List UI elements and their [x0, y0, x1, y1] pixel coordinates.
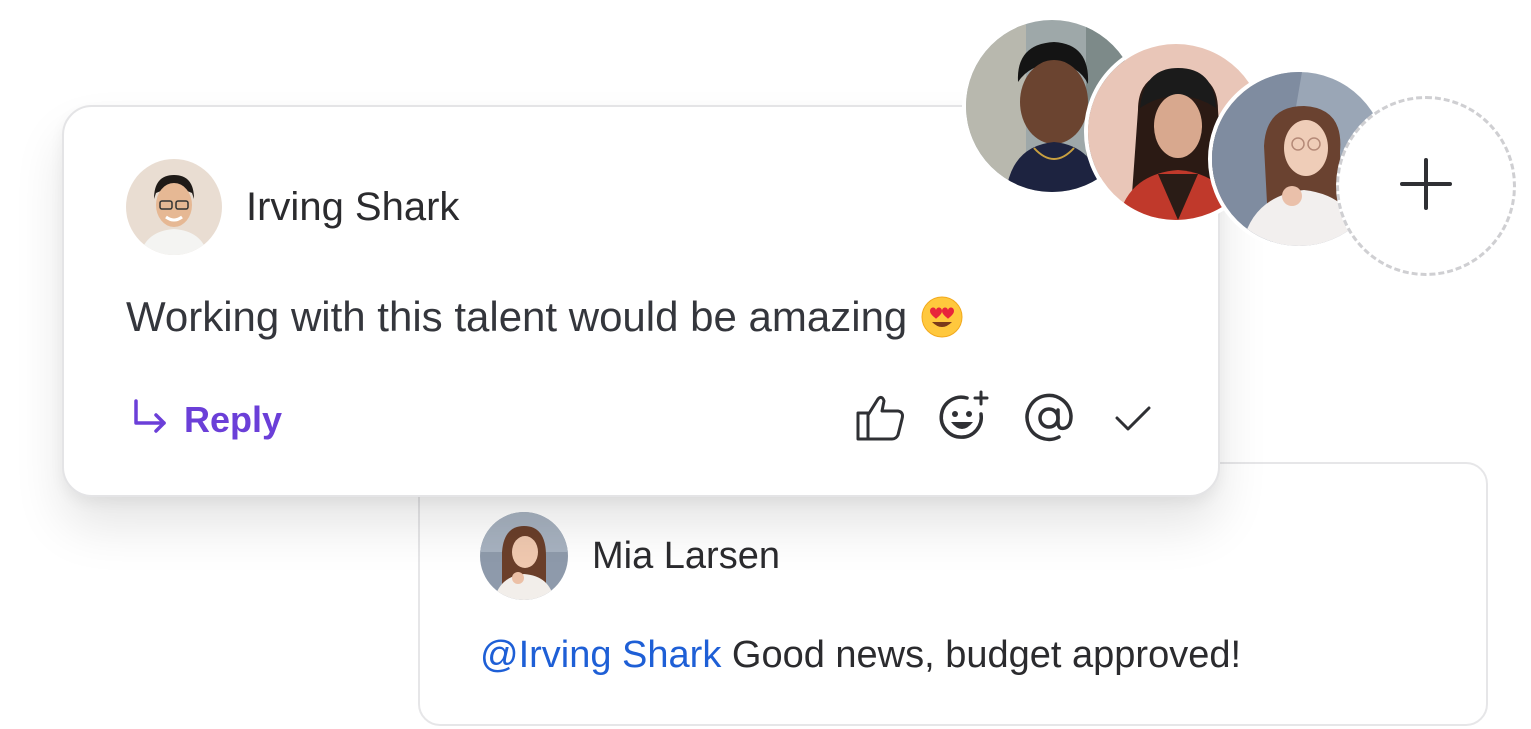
- comment-message: Working with this talent would be amazin…: [126, 293, 963, 341]
- reply-message-text: Good news, budget approved!: [721, 634, 1242, 676]
- resolve-check-icon: [1111, 396, 1155, 445]
- comment-author-name: Irving Shark: [246, 184, 460, 229]
- reply-arrow-icon: [130, 397, 170, 442]
- resolve-button[interactable]: [1106, 393, 1160, 447]
- reply-card: Mia Larsen @Irving Shark Good news, budg…: [418, 462, 1488, 726]
- mention-link[interactable]: @Irving Shark: [480, 634, 721, 676]
- add-participant-button[interactable]: [1336, 96, 1516, 276]
- comment-thread-stage: Mia Larsen @Irving Shark Good news, budg…: [0, 0, 1531, 729]
- reply-author-row: Mia Larsen: [480, 512, 780, 600]
- reply-button[interactable]: Reply: [130, 397, 282, 442]
- mention-icon: [1023, 392, 1075, 449]
- reply-author-name: Mia Larsen: [592, 534, 780, 577]
- thumbs-up-icon: [854, 391, 908, 450]
- avatar-irving-shark[interactable]: [126, 159, 222, 255]
- add-reaction-icon: [937, 390, 993, 451]
- reply-message: @Irving Shark Good news, budget approved…: [480, 634, 1241, 677]
- reply-button-label: Reply: [184, 398, 283, 440]
- comment-author-row: Irving Shark: [126, 159, 459, 255]
- comment-actions: [824, 390, 1160, 447]
- avatar-mia-larsen[interactable]: [480, 512, 568, 600]
- mention-button[interactable]: [1022, 393, 1076, 447]
- heart-eyes-emoji-icon: [921, 296, 963, 338]
- like-button[interactable]: [854, 393, 908, 447]
- add-reaction-button[interactable]: [938, 390, 992, 447]
- plus-icon: [1396, 154, 1456, 219]
- comment-message-text: Working with this talent would be amazin…: [126, 293, 908, 340]
